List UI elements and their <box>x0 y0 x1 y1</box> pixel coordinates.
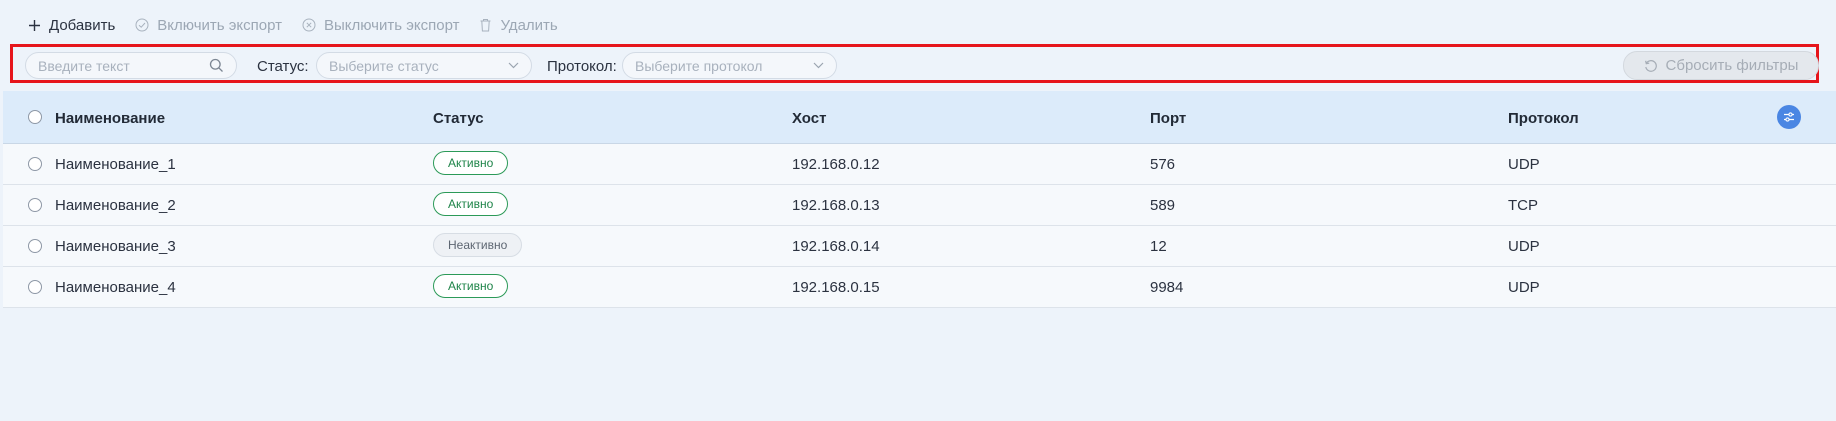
column-header-port[interactable]: Порт <box>1150 110 1186 127</box>
table-header: Наименование Статус Хост Порт Протокол <box>3 91 1836 144</box>
delete-button[interactable]: Удалить <box>479 16 558 34</box>
cell-protocol: UDP <box>1508 279 1540 296</box>
plus-icon <box>29 19 40 31</box>
chevron-down-icon <box>508 62 519 69</box>
cell-port: 9984 <box>1150 279 1184 296</box>
column-settings-button[interactable] <box>1777 105 1801 129</box>
cell-name: Наименование_2 <box>55 197 176 214</box>
table-row[interactable]: Наименование_1 Активно 192.168.0.12 576 … <box>3 144 1836 185</box>
data-table: Наименование Статус Хост Порт Протокол Н… <box>3 91 1836 308</box>
search-icon <box>209 58 223 72</box>
protocol-select[interactable]: Выберите протокол <box>622 52 837 79</box>
cell-name: Наименование_3 <box>55 238 176 255</box>
status-badge: Неактивно <box>433 233 523 257</box>
cell-name: Наименование_1 <box>55 156 176 173</box>
cell-port: 12 <box>1150 238 1167 255</box>
x-circle-icon <box>302 18 316 32</box>
reset-filters-label: Сбросить фильтры <box>1665 57 1799 74</box>
add-button-label: Добавить <box>49 16 116 34</box>
status-badge: Активно <box>433 274 509 298</box>
status-select[interactable]: Выберите статус <box>316 52 532 79</box>
refresh-icon <box>1644 59 1657 72</box>
row-checkbox[interactable] <box>28 239 42 253</box>
cell-port: 576 <box>1150 156 1176 173</box>
status-select-placeholder: Выберите статус <box>329 57 439 74</box>
filter-bar: Введите текст Статус: Выберите статус Пр… <box>10 44 1819 83</box>
cell-name: Наименование_4 <box>55 279 176 296</box>
check-circle-icon <box>135 18 149 32</box>
column-header-status[interactable]: Статус <box>433 110 484 127</box>
action-toolbar: Добавить Включить экспорт Выключить эксп… <box>28 14 578 36</box>
enable-export-button[interactable]: Включить экспорт <box>135 17 282 34</box>
delete-label: Удалить <box>500 16 558 34</box>
cell-host: 192.168.0.13 <box>792 197 880 214</box>
disable-export-label: Выключить экспорт <box>323 16 460 34</box>
protocol-select-placeholder: Выберите протокол <box>635 57 763 74</box>
row-checkbox[interactable] <box>28 198 42 212</box>
cell-host: 192.168.0.12 <box>792 156 880 173</box>
status-filter-label: Статус: <box>257 58 309 75</box>
column-header-host[interactable]: Хост <box>792 110 826 127</box>
search-input[interactable]: Введите текст <box>25 52 237 79</box>
cell-port: 589 <box>1150 197 1176 214</box>
table-row[interactable]: Наименование_2 Активно 192.168.0.13 589 … <box>3 185 1836 226</box>
row-checkbox[interactable] <box>28 157 42 171</box>
cell-protocol: UDP <box>1508 238 1540 255</box>
cell-host: 192.168.0.14 <box>792 238 880 255</box>
column-header-protocol[interactable]: Протокол <box>1508 110 1579 127</box>
enable-export-label: Включить экспорт <box>157 16 282 34</box>
row-checkbox[interactable] <box>28 280 42 294</box>
table-row[interactable]: Наименование_3 Неактивно 192.168.0.14 12… <box>3 226 1836 267</box>
select-all-checkbox[interactable] <box>28 110 42 124</box>
cell-host: 192.168.0.15 <box>792 279 880 296</box>
table-row[interactable]: Наименование_4 Активно 192.168.0.15 9984… <box>3 267 1836 308</box>
chevron-down-icon <box>813 62 824 69</box>
cell-protocol: TCP <box>1508 197 1538 214</box>
protocol-filter-label: Протокол: <box>547 58 617 75</box>
disable-export-button[interactable]: Выключить экспорт <box>302 17 459 34</box>
sliders-icon <box>1784 112 1794 122</box>
search-placeholder: Введите текст <box>38 57 130 74</box>
status-badge: Активно <box>433 151 509 175</box>
cell-protocol: UDP <box>1508 156 1540 173</box>
reset-filters-button[interactable]: Сбросить фильтры <box>1623 51 1819 80</box>
add-button[interactable]: Добавить <box>28 17 115 34</box>
column-header-name[interactable]: Наименование <box>55 110 165 127</box>
trash-icon <box>480 19 491 32</box>
status-badge: Активно <box>433 192 509 216</box>
